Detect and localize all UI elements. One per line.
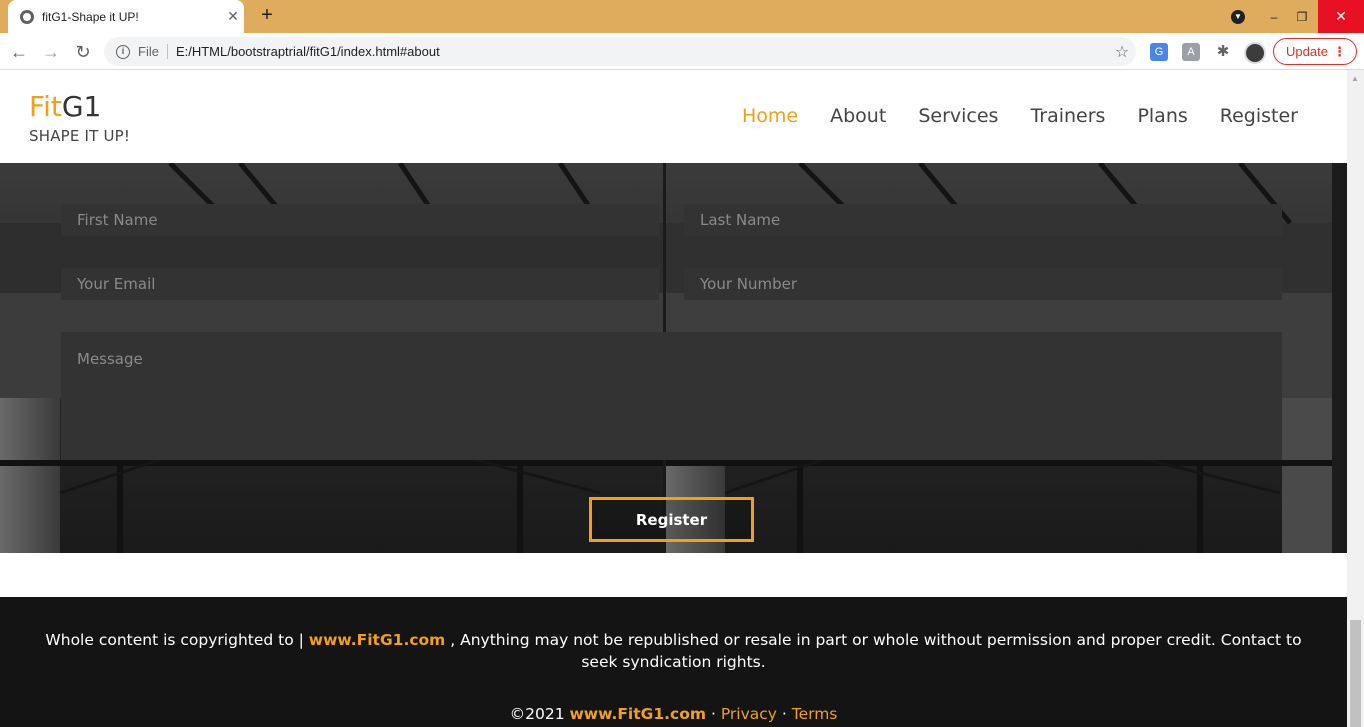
site-logo[interactable]: FitG1 (29, 90, 101, 123)
forward-button[interactable]: → (38, 39, 64, 65)
terms-link[interactable]: Terms (792, 705, 838, 723)
brand-link[interactable]: www.FitG1.com (309, 631, 446, 649)
privacy-link[interactable]: Privacy (721, 705, 777, 723)
logo-fit: Fit (29, 90, 62, 123)
site-tagline: SHAPE IT UP! (29, 127, 131, 145)
security-chip[interactable]: File (138, 44, 168, 59)
last-name-input[interactable]: Last Name (684, 204, 1282, 236)
email-input[interactable]: Your Email (61, 268, 659, 300)
tab-search-button[interactable]: ▼ (1226, 0, 1250, 33)
nav-register[interactable]: Register (1220, 105, 1298, 127)
translate-extension-icon[interactable]: G (1150, 43, 1168, 61)
update-label: Update (1286, 44, 1328, 59)
separator: · (776, 705, 792, 723)
tab-close-icon[interactable]: ✕ (222, 8, 244, 25)
page-scrollbar[interactable]: ▲ (1347, 70, 1364, 727)
chevron-down-icon: ▼ (1231, 9, 1245, 24)
message-textarea[interactable]: Message (61, 332, 1282, 460)
reload-button[interactable]: ↻ (70, 39, 96, 65)
nav-about[interactable]: About (830, 105, 886, 127)
copyright-prefix: Whole content is copyrighted to | (45, 631, 309, 649)
brand-link-bottom[interactable]: www.FitG1.com (569, 705, 706, 723)
url-text[interactable]: E:/HTML/bootstraptrial/fitG1/index.html#… (176, 44, 1108, 59)
globe-icon (20, 9, 34, 24)
tab-title: fitG1-Shape it UP! (42, 9, 139, 24)
window-restore-button[interactable]: ❐ (1290, 0, 1314, 33)
nav-plans[interactable]: Plans (1137, 105, 1187, 127)
scrollbar-thumb[interactable] (1350, 620, 1361, 727)
address-bar[interactable]: i File E:/HTML/bootstraptrial/fitG1/inde… (104, 37, 1136, 66)
profile-avatar[interactable] (1244, 42, 1266, 64)
main-nav: Home About Services Trainers Plans Regis… (742, 105, 1298, 127)
back-button[interactable]: ← (6, 39, 32, 65)
browser-toolbar: ← → ↻ i File E:/HTML/bootstraptrial/fitG… (0, 33, 1364, 70)
kebab-menu-icon[interactable]: ⋮ (1333, 44, 1346, 60)
copyright-year: ©2021 (509, 705, 570, 723)
copyright-suffix: , Anything may not be republished or res… (445, 631, 1302, 671)
page-viewport: FitG1 SHAPE IT UP! Home About Services T… (0, 70, 1347, 727)
info-icon[interactable]: i (116, 44, 130, 59)
nav-services[interactable]: Services (918, 105, 998, 127)
footer-bottom-line: ©2021 www.FitG1.com · Privacy · Terms (0, 705, 1347, 723)
scroll-up-icon[interactable]: ▲ (1351, 74, 1359, 83)
number-input[interactable]: Your Number (684, 268, 1282, 300)
window-minimize-button[interactable]: – (1262, 0, 1286, 33)
bookmark-star-icon[interactable]: ☆ (1108, 42, 1136, 62)
window-close-button[interactable]: ✕ (1318, 0, 1364, 33)
nav-home[interactable]: Home (742, 105, 798, 127)
site-header: FitG1 SHAPE IT UP! Home About Services T… (0, 70, 1347, 163)
extensions-puzzle-icon[interactable]: ✱ (1214, 43, 1232, 61)
logo-g1: G1 (61, 90, 102, 123)
register-section: First Name Last Name Your Email Your Num… (0, 163, 1347, 553)
site-footer: Whole content is copyrighted to | www.Fi… (0, 597, 1347, 727)
copyright-text: Whole content is copyrighted to | www.Fi… (40, 629, 1307, 673)
browser-tab-bar: fitG1-Shape it UP! ✕ + ▼ – ❐ ✕ (0, 0, 1364, 33)
update-button[interactable]: Update ⋮ (1273, 38, 1357, 65)
nav-trainers[interactable]: Trainers (1030, 105, 1105, 127)
new-tab-button[interactable]: + (256, 5, 278, 27)
browser-tab[interactable]: fitG1-Shape it UP! ✕ (8, 0, 244, 33)
separator: · (706, 705, 721, 723)
first-name-input[interactable]: First Name (61, 204, 659, 236)
extension-icon[interactable]: A (1182, 43, 1200, 61)
register-submit-button[interactable]: Register (589, 497, 754, 542)
